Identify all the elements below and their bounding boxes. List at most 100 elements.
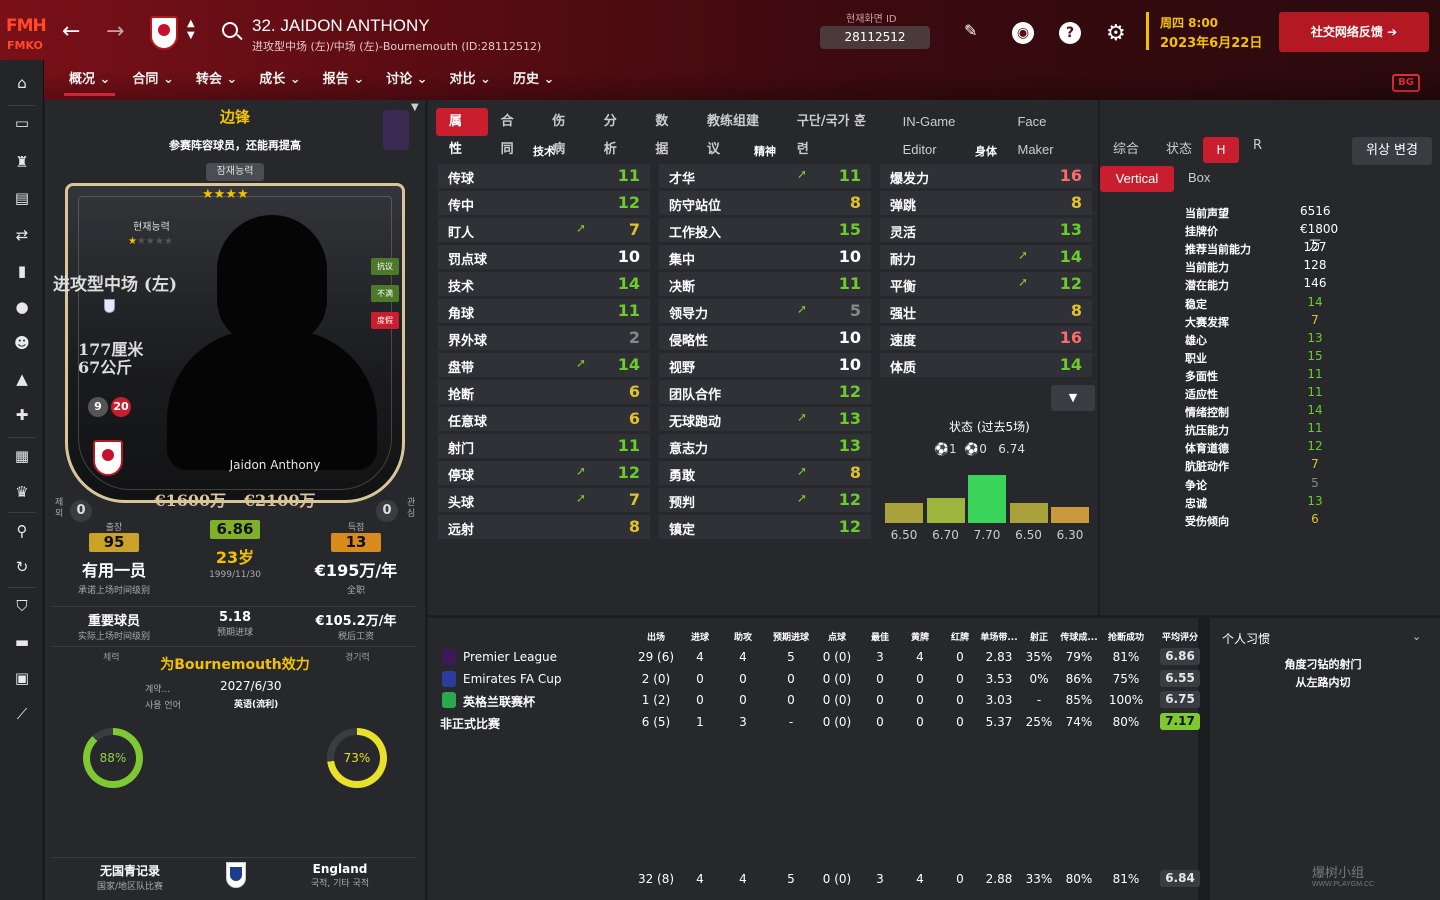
stats-header-5[interactable]: 最佳 <box>862 630 898 643</box>
attribute-row[interactable]: 工作投入 15 <box>659 218 871 242</box>
prev-next-player-icon[interactable]: ▲ ▼ <box>187 18 195 42</box>
stats-row[interactable]: Premier League 29 (6) 4 4 5 0 (0) 3 4 0 2.83 35% 79… <box>438 647 1200 667</box>
attribute-row[interactable]: 预判 ➚ 12 <box>659 488 871 512</box>
help-icon[interactable]: ? <box>1059 22 1081 44</box>
tab-face-maker[interactable]: Face Maker <box>1004 108 1098 157</box>
nav-overview[interactable]: 概况 ⌄ <box>58 70 121 96</box>
globe-icon[interactable]: ◉ <box>1012 22 1034 44</box>
tab-coach-advice[interactable]: 教练组建议 <box>694 108 784 157</box>
calendar-icon[interactable]: ▦ <box>12 446 32 466</box>
attribute-row[interactable]: 视野 10 <box>659 353 871 377</box>
ball-icon[interactable]: ● <box>12 297 32 317</box>
nav-history[interactable]: 历史 ⌄ <box>502 70 565 96</box>
interest-count[interactable]: 0 <box>376 500 398 522</box>
stats-header-11[interactable]: 抢断成功 <box>1100 630 1152 643</box>
player-id-field[interactable]: 28112512 <box>820 26 930 49</box>
attribute-row[interactable]: 盯人 ➚ 7 <box>438 218 650 242</box>
attribute-row[interactable]: 体质 14 <box>880 353 1092 377</box>
tab-analysis[interactable]: 分析 <box>591 108 643 157</box>
attribute-row[interactable]: 平衡 ➚ 12 <box>880 272 1092 296</box>
stats-header-1[interactable]: 进球 <box>680 630 720 643</box>
attribute-row[interactable]: 防守站位 8 <box>659 191 871 215</box>
view-tab-r[interactable]: R <box>1253 138 1262 153</box>
nav-transfer[interactable]: 转会 ⌄ <box>185 70 248 96</box>
search-player-icon[interactable]: ⚲ <box>12 521 32 541</box>
nav-compare[interactable]: 对比 ⌄ <box>439 70 502 96</box>
position-change-button[interactable]: 위상 변경 <box>1352 137 1432 165</box>
attribute-row[interactable]: 角球 11 <box>438 299 650 323</box>
attribute-row[interactable]: 耐力 ➚ 14 <box>880 245 1092 269</box>
stats-header-12[interactable]: 平均评分 <box>1158 630 1202 643</box>
nav-development[interactable]: 成长 ⌄ <box>248 70 311 96</box>
staff-icon[interactable]: ☻ <box>12 333 32 353</box>
back-arrow-icon[interactable]: ← <box>62 21 80 43</box>
attribute-row[interactable]: 弹跳 8 <box>880 191 1092 215</box>
tab-contract[interactable]: 合同 <box>488 108 540 157</box>
clipboard-icon[interactable]: ▤ <box>12 188 32 208</box>
forward-arrow-icon[interactable]: → <box>106 21 124 43</box>
tactics-icon[interactable]: ⇄ <box>12 225 32 245</box>
attribute-row[interactable]: 才华 ➚ 11 <box>659 164 871 188</box>
attribute-row[interactable]: 盘带 ➚ 14 <box>438 353 650 377</box>
attribute-row[interactable]: 团队合作 12 <box>659 380 871 404</box>
scout-icon[interactable]: ▲ <box>12 369 32 389</box>
trend-icon[interactable]: ⟋ <box>12 704 32 724</box>
view-tab-status[interactable]: 状态 <box>1166 138 1192 157</box>
attribute-row[interactable]: 停球 ➚ 12 <box>438 461 650 485</box>
stats-header-9[interactable]: 射正 <box>1021 630 1057 643</box>
tag-unhappy[interactable]: 不满 <box>371 285 399 302</box>
attribute-row[interactable]: 罚点球 10 <box>438 245 650 269</box>
attribute-row[interactable]: 头球 ➚ 7 <box>438 488 650 512</box>
box-toggle[interactable]: Box <box>1188 170 1210 185</box>
trophy-icon[interactable]: ♛ <box>12 482 32 502</box>
view-tab-h[interactable]: H <box>1203 137 1239 163</box>
attribute-row[interactable]: 灵活 13 <box>880 218 1092 242</box>
attribute-row[interactable]: 射门 11 <box>438 434 650 458</box>
nav-reports[interactable]: 报告 ⌄ <box>312 70 375 96</box>
attribute-row[interactable]: 侵略性 10 <box>659 326 871 350</box>
nav-discuss[interactable]: 讨论 ⌄ <box>375 70 438 96</box>
stats-header-3[interactable]: 预期进球 <box>767 630 815 643</box>
stats-row[interactable]: 英格兰联赛杯 1 (2) 0 0 0 0 (0) 0 0 0 3.03 - 85% 100% 6.75 <box>438 690 1200 710</box>
stats-header-7[interactable]: 红牌 <box>942 630 978 643</box>
view-tab-overall[interactable]: 综合 <box>1113 138 1139 157</box>
search-icon[interactable] <box>222 22 238 38</box>
attribute-row[interactable]: 意志力 13 <box>659 434 871 458</box>
exclude-count[interactable]: 0 <box>70 500 92 522</box>
attribute-row[interactable]: 勇敢 ➚ 8 <box>659 461 871 485</box>
chevron-down-icon[interactable]: ▼ <box>411 102 419 113</box>
stats-row[interactable]: 非正式比赛 6 (5) 1 3 - 0 (0) 0 0 0 5.37 25% 74% 80% 7.17 <box>438 712 1200 732</box>
attribute-row[interactable]: 镇定 12 <box>659 515 871 539</box>
attribute-row[interactable]: 抢断 6 <box>438 380 650 404</box>
tag-protest[interactable]: 抗议 <box>371 258 399 275</box>
nav-contract[interactable]: 合同 ⌄ <box>121 70 184 96</box>
attribute-row[interactable]: 速度 16 <box>880 326 1092 350</box>
tab-attributes[interactable]: 属性 <box>436 108 488 157</box>
ticket-icon[interactable]: ▣ <box>12 668 32 688</box>
attribute-row[interactable]: 爆发力 16 <box>880 164 1092 188</box>
attribute-row[interactable]: 任意球 6 <box>438 407 650 431</box>
training-icon[interactable]: ▮ <box>12 261 32 281</box>
app-logo[interactable]: FMH FMKO <box>0 0 47 60</box>
corner-badge[interactable]: BG <box>1392 74 1420 92</box>
attribute-row[interactable]: 远射 8 <box>438 515 650 539</box>
social-feedback-button[interactable]: 社交网络反馈 ➔ <box>1279 12 1429 52</box>
edit-pencil-icon[interactable]: ✎ <box>964 21 977 40</box>
attribute-row[interactable]: 领导力 ➚ 5 <box>659 299 871 323</box>
inbox-icon[interactable]: ▭ <box>12 113 32 133</box>
attribute-row[interactable]: 无球跑动 ➚ 13 <box>659 407 871 431</box>
tab-ingame-editor[interactable]: IN-Game Editor <box>890 108 1005 157</box>
finance-icon[interactable]: ▬ <box>12 632 32 652</box>
tab-training[interactable]: 구단/국가 훈련 <box>784 108 890 157</box>
stats-header-2[interactable]: 助攻 <box>723 630 763 643</box>
stats-header-10[interactable]: 传球成... <box>1056 630 1102 643</box>
squad-shirt-icon[interactable]: ♜ <box>12 152 32 172</box>
tab-data[interactable]: 数据 <box>642 108 694 157</box>
stats-header-8[interactable]: 单场带... <box>977 630 1021 643</box>
club-shield-icon[interactable]: ⛉ <box>12 596 32 616</box>
tag-holiday[interactable]: 度假 <box>371 312 399 329</box>
attribute-row[interactable]: 决断 11 <box>659 272 871 296</box>
stats-header-6[interactable]: 黄牌 <box>902 630 938 643</box>
medical-icon[interactable]: ✚ <box>12 405 32 425</box>
home-icon[interactable]: ⌂ <box>12 73 32 93</box>
